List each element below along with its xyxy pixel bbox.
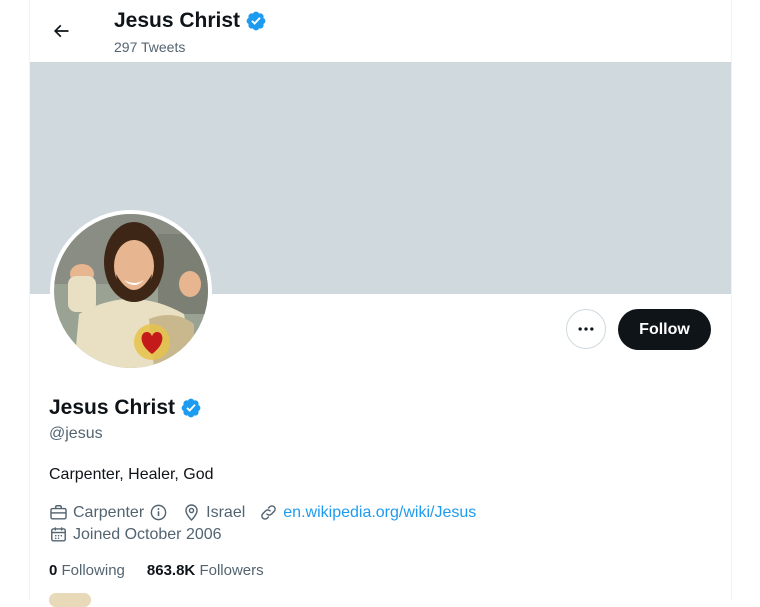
- category-text: Carpenter: [73, 503, 145, 521]
- profile-name: Jesus Christ: [49, 396, 202, 420]
- followed-by-avatars: [49, 593, 91, 607]
- avatar-image: [54, 214, 208, 368]
- verified-badge-icon: [181, 398, 201, 418]
- follow-counts: 0 Following 863.8K Followers: [49, 562, 264, 579]
- profile-column: Jesus Christ 297 Tweets Follow Jesus Chr…: [29, 0, 732, 607]
- followers-link[interactable]: 863.8K Followers: [147, 562, 264, 579]
- followers-count: 863.8K: [146, 562, 196, 579]
- profile-header: Jesus Christ 297 Tweets: [30, 0, 731, 62]
- profile-meta-row: Carpenter Israel en.wikipedia.org/wiki/J…: [49, 503, 490, 522]
- profile-handle: @jesus: [49, 425, 103, 442]
- more-dots-icon: [578, 327, 594, 331]
- followers-label: Followers: [199, 562, 264, 579]
- following-link[interactable]: 0 Following: [49, 562, 125, 579]
- category-item: Carpenter: [49, 503, 168, 522]
- location-text: Israel: [206, 503, 246, 521]
- website-link[interactable]: en.wikipedia.org/wiki/Jesus: [283, 504, 476, 522]
- location-item: Israel: [182, 503, 245, 522]
- following-count: 0: [49, 562, 58, 579]
- verified-badge-icon: [246, 11, 266, 31]
- info-icon[interactable]: [149, 503, 168, 522]
- header-name: Jesus Christ: [114, 9, 241, 32]
- avatar[interactable]: [50, 210, 212, 372]
- briefcase-icon: [50, 505, 67, 520]
- profile-meta-row-2: Joined October 2006: [49, 525, 236, 544]
- tweet-count: 297 Tweets: [114, 39, 186, 55]
- calendar-icon: [51, 527, 66, 542]
- following-label: Following: [61, 562, 125, 579]
- follow-button[interactable]: Follow: [618, 309, 711, 350]
- joined-item: Joined October 2006: [49, 525, 222, 544]
- header-title: Jesus Christ: [114, 9, 267, 33]
- link-icon: [261, 505, 277, 520]
- profile-name-text: Jesus Christ: [49, 396, 176, 419]
- more-options-button[interactable]: [566, 309, 606, 349]
- profile-bio: Carpenter, Healer, God: [49, 466, 214, 483]
- arrow-left-icon: [53, 24, 69, 38]
- website-item: en.wikipedia.org/wiki/Jesus: [259, 503, 476, 522]
- joined-text: Joined October 2006: [73, 525, 222, 543]
- back-button[interactable]: [46, 16, 76, 46]
- location-pin-icon: [185, 504, 198, 522]
